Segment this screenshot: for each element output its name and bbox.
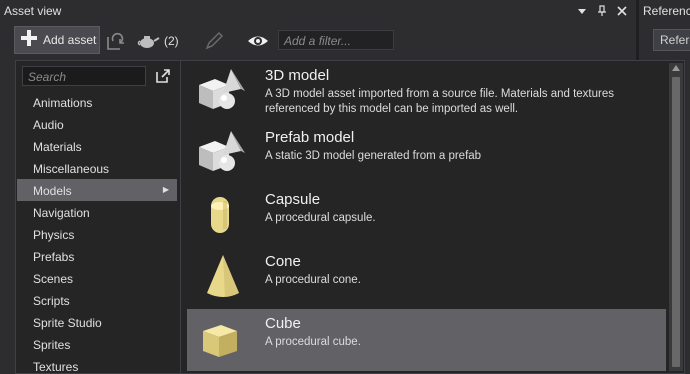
panel-header: Asset view: [0, 0, 636, 22]
filter-input[interactable]: Add a filter...: [278, 30, 394, 50]
plus-icon: [19, 28, 39, 53]
category-label: Scripts: [33, 294, 70, 308]
category-label: Animations: [33, 96, 93, 110]
submenu-arrow-icon: ▶: [162, 185, 169, 194]
close-icon[interactable]: [614, 3, 630, 19]
panel-header-buttons: [574, 3, 630, 19]
category-list: Animations Audio Materials Miscellaneous Mod…: [17, 91, 177, 374]
prefab-model-icon: [193, 127, 253, 179]
add-asset-button[interactable]: Add asset: [14, 26, 100, 54]
asset-description: A procedural cube.: [265, 336, 361, 348]
cube-icon: [193, 313, 253, 365]
asset-list: 3D model A 3D model asset imported from a…: [184, 61, 668, 373]
category-item-audio[interactable]: Audio: [17, 113, 177, 135]
asset-name: Cone: [265, 253, 301, 270]
reference-count: (2): [164, 34, 179, 48]
cone-icon: [193, 251, 253, 303]
panel-title: Asset view: [4, 4, 62, 18]
references-button[interactable]: References: [653, 29, 690, 51]
asset-description: A procedural cone.: [265, 274, 361, 286]
dropdown-icon[interactable]: [574, 3, 590, 19]
category-label: Sprites: [33, 338, 71, 352]
category-label: Scenes: [33, 272, 74, 286]
asset-name: Capsule: [265, 191, 321, 208]
category-item-sprite-studio[interactable]: Sprite Studio: [17, 311, 177, 333]
asset-description: A static 3D model generated from a prefa…: [265, 150, 482, 162]
search-input[interactable]: Search: [22, 66, 146, 86]
edit-pencil-icon[interactable]: [202, 30, 226, 52]
add-asset-label: Add asset: [43, 33, 97, 47]
category-item-navigation[interactable]: Navigation: [17, 201, 177, 223]
asset-description: A 3D model asset imported from a source …: [265, 88, 614, 115]
asset-item-cube[interactable]: Cube A procedural cube.: [187, 309, 666, 371]
eye-icon[interactable]: [246, 30, 270, 52]
category-label: Textures: [33, 360, 79, 374]
category-item-animations[interactable]: Animations: [17, 91, 177, 113]
category-label: Navigation: [33, 206, 90, 220]
add-asset-popup: Search Animations Audio Materials Miscellan…: [15, 60, 685, 374]
asset-item-cone[interactable]: Cone A procedural cone.: [187, 247, 666, 309]
asset-item-prefab-model[interactable]: Prefab model A static 3D model generated …: [187, 123, 666, 185]
category-item-materials[interactable]: Materials: [17, 135, 177, 157]
asset-description: A procedural capsule.: [265, 212, 376, 224]
expand-icon[interactable]: [155, 68, 171, 84]
category-label: Materials: [33, 140, 82, 154]
category-item-scripts[interactable]: Scripts: [17, 289, 177, 311]
category-item-sprites[interactable]: Sprites: [17, 333, 177, 355]
category-label: Sprite Studio: [33, 316, 102, 330]
category-column: Search Animations Audio Materials Miscellan…: [16, 61, 181, 374]
pin-icon[interactable]: [594, 3, 610, 19]
category-label: Physics: [33, 228, 75, 242]
category-item-physics[interactable]: Physics: [17, 223, 177, 245]
category-label: Miscellaneous: [33, 162, 110, 176]
capsule-icon: [193, 189, 253, 241]
asset-list-scrollbar[interactable]: [669, 63, 683, 371]
asset-item-capsule[interactable]: Capsule A procedural capsule.: [187, 185, 666, 247]
category-item-scenes[interactable]: Scenes: [17, 267, 177, 289]
category-label: Audio: [33, 118, 64, 132]
asset-view-window: Asset view References References Add ass…: [0, 0, 690, 374]
category-label: Models: [33, 184, 72, 198]
show-in-folder-icon[interactable]: [104, 30, 128, 52]
scroll-up-arrow[interactable]: [672, 65, 680, 71]
asset-name: Cube: [265, 315, 301, 332]
category-label: Prefabs: [33, 250, 75, 264]
teapot-icon[interactable]: [136, 30, 160, 52]
category-item-textures[interactable]: Textures: [17, 355, 177, 374]
category-item-miscellaneous[interactable]: Miscellaneous: [17, 157, 177, 179]
category-item-models[interactable]: Models ▶: [17, 179, 177, 201]
asset-name: Prefab model: [265, 129, 355, 146]
references-title: References: [643, 4, 690, 18]
asset-item-3d-model[interactable]: 3D model A 3D model asset imported from a…: [187, 61, 666, 123]
scroll-thumb[interactable]: [672, 77, 680, 367]
model-icon: [193, 65, 253, 117]
category-item-prefabs[interactable]: Prefabs: [17, 245, 177, 267]
toolbar: Add asset (2) Add a filter...: [0, 22, 636, 60]
asset-name: 3D model: [265, 67, 330, 84]
